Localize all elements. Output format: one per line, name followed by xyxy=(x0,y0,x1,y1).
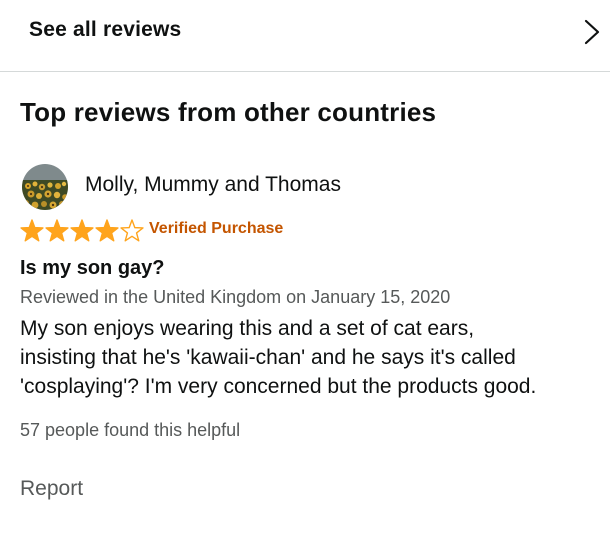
star-empty-icon xyxy=(120,219,144,242)
star-filled-icon xyxy=(45,219,69,242)
review-body-line: insisting that he's 'kawaii-chan' and he… xyxy=(20,346,516,369)
verified-purchase-badge: Verified Purchase xyxy=(149,220,284,237)
see-all-reviews-label: See all reviews xyxy=(29,18,182,41)
star-filled-icon xyxy=(70,219,94,242)
sunflower-field-avatar-image xyxy=(22,164,68,210)
review-body-line: My son enjoys wearing this and a set of … xyxy=(20,317,475,340)
report-link[interactable]: Report xyxy=(20,477,83,501)
review-body: My son enjoys wearing this and a set of … xyxy=(20,314,600,401)
star-filled-icon xyxy=(20,219,44,242)
helpful-count: 57 people found this helpful xyxy=(20,420,241,440)
section-title: Top reviews from other countries xyxy=(20,97,437,127)
chevron-right-icon xyxy=(584,19,600,45)
review-date-location: Reviewed in the United Kingdom on Januar… xyxy=(20,287,451,307)
review-body-line: 'cosplaying'? I'm very concerned but the… xyxy=(20,375,537,398)
star-rating xyxy=(20,219,144,242)
reviewer-avatar xyxy=(22,164,68,210)
review-title[interactable]: Is my son gay? xyxy=(20,257,165,280)
see-all-reviews-row[interactable]: See all reviews xyxy=(0,0,610,72)
star-filled-icon xyxy=(95,219,119,242)
reviewer-name[interactable]: Molly, Mummy and Thomas xyxy=(85,173,341,197)
